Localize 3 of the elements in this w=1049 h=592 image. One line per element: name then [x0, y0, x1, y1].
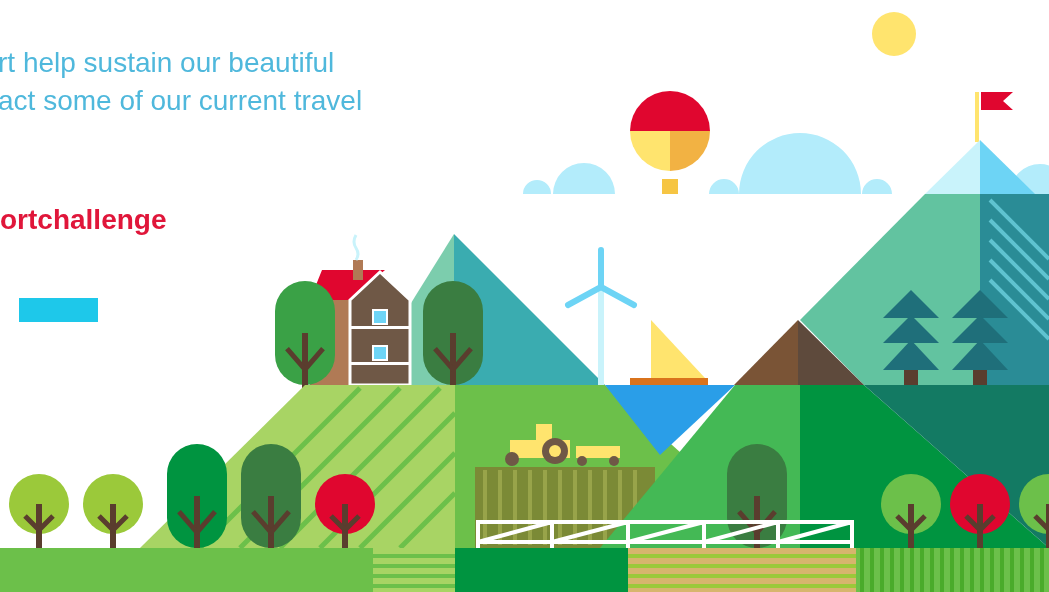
- section-heading: ortchallenge: [0, 203, 167, 237]
- action-button[interactable]: [19, 298, 98, 322]
- intro-paragraph: rt help sustain our beautiful act some of our current travel: [0, 46, 363, 118]
